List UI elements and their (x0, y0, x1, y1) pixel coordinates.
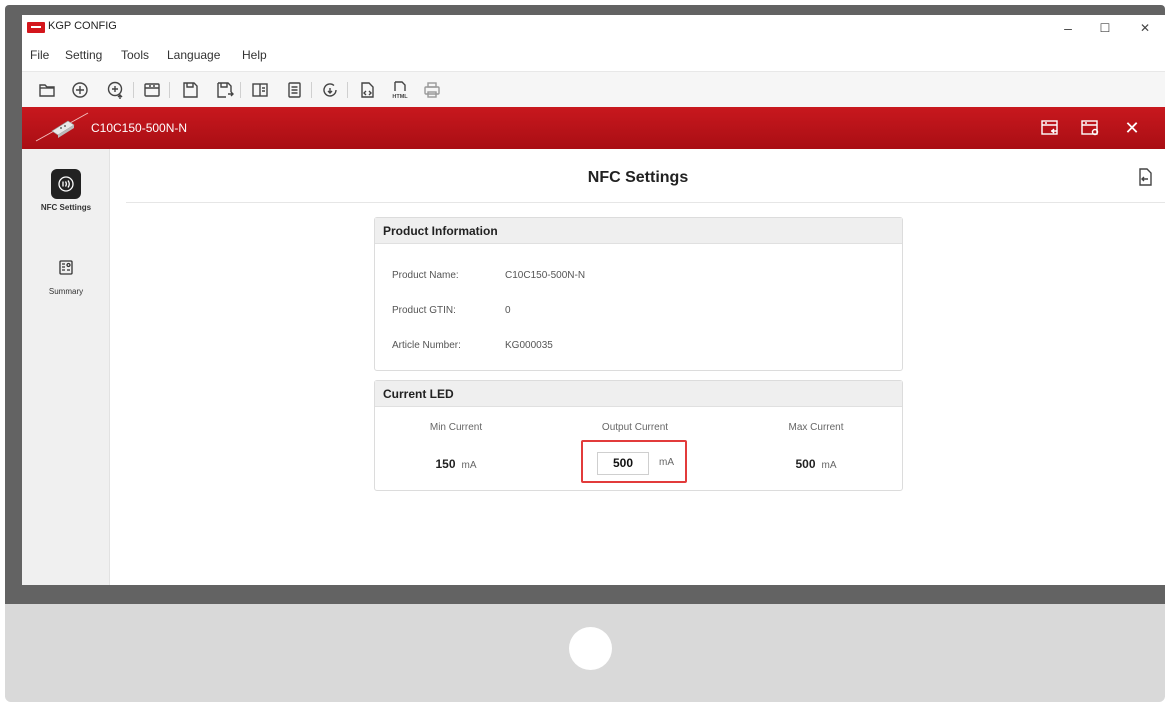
nfc-icon (51, 169, 81, 199)
export-file-icon[interactable] (1135, 167, 1155, 187)
minimize-button[interactable]: – (1055, 17, 1081, 39)
max-current-unit: mA (821, 460, 837, 471)
sidebar-item-label: NFC Settings (40, 203, 92, 212)
product-gtin-value: 0 (505, 305, 511, 316)
sidebar-item-summary[interactable]: Summary (22, 253, 110, 296)
max-current-value: 500 (795, 457, 816, 471)
close-device-button[interactable]: ✕ (1122, 118, 1142, 138)
summary-icon (51, 253, 81, 283)
min-current-display: 150 mA (381, 457, 531, 471)
sidebar-item-nfc-settings[interactable]: NFC Settings (22, 169, 110, 212)
toolbar: HTML (22, 71, 1165, 107)
add-upload-icon[interactable] (106, 80, 126, 100)
device-write-settings-icon[interactable] (1080, 118, 1100, 138)
save-as-icon[interactable] (214, 80, 234, 100)
header-divider (126, 202, 1165, 203)
print-icon[interactable] (422, 80, 442, 100)
code-file-icon[interactable] (357, 80, 377, 100)
device-image (34, 111, 90, 143)
article-number-value: KG000035 (505, 340, 553, 351)
device-read-settings-icon[interactable] (1040, 118, 1060, 138)
app-title: KGP CONFIG (48, 20, 117, 32)
refresh-download-icon[interactable] (320, 80, 340, 100)
output-current-highlight: 500 mA (581, 440, 687, 483)
product-information-card: Product Information Product Name: C10C15… (374, 217, 903, 371)
page-title: NFC Settings (587, 169, 689, 186)
app-window: KGP CONFIG – ☐ ✕ File Setting Tools Lang… (22, 15, 1165, 585)
html-label: HTML (392, 94, 408, 100)
sidebar: NFC Settings Summary (22, 149, 110, 585)
current-led-card: Current LED Min Current 150 mA Output Cur… (374, 380, 903, 491)
maximize-button[interactable]: ☐ (1092, 17, 1118, 39)
close-window-button[interactable]: ✕ (1132, 17, 1158, 39)
toolbar-separator (311, 82, 312, 98)
compare-icon[interactable] (250, 80, 270, 100)
toolbar-separator (169, 82, 170, 98)
menu-language[interactable]: Language (167, 48, 220, 62)
min-current-unit: mA (461, 460, 477, 471)
current-led-heading: Current LED (375, 381, 902, 407)
html-export-icon[interactable]: HTML (390, 80, 410, 100)
product-name-label: Product Name: (392, 270, 459, 281)
output-current-input[interactable]: 500 (597, 452, 649, 475)
toolbar-separator (347, 82, 348, 98)
main-content: NFC Settings Product Information Product… (111, 149, 1165, 585)
menu-setting[interactable]: Setting (65, 48, 102, 62)
min-current-label: Min Current (429, 422, 483, 433)
save-icon[interactable] (180, 80, 200, 100)
output-current-unit: mA (659, 457, 674, 468)
min-current-value: 150 (435, 457, 456, 471)
max-current-display: 500 mA (741, 457, 891, 471)
open-folder-icon[interactable] (37, 80, 57, 100)
menu-bar: File Setting Tools Language Help (22, 45, 1165, 67)
menu-tools[interactable]: Tools (121, 48, 149, 62)
menu-help[interactable]: Help (242, 48, 267, 62)
add-circle-icon[interactable] (70, 80, 90, 100)
output-current-label: Output Current (601, 422, 669, 433)
title-bar: KGP CONFIG – ☐ ✕ (22, 15, 1165, 43)
menu-file[interactable]: File (30, 48, 49, 62)
power-button (569, 627, 612, 670)
product-gtin-label: Product GTIN: (392, 305, 456, 316)
article-number-label: Article Number: (392, 340, 461, 351)
document-icon[interactable] (284, 80, 304, 100)
sidebar-item-label: Summary (48, 287, 84, 296)
app-logo-icon (27, 22, 45, 33)
toolbar-separator (133, 82, 134, 98)
device-name: C10C150-500N-N (91, 121, 188, 135)
toolbar-separator (240, 82, 241, 98)
product-information-heading: Product Information (375, 218, 902, 244)
device-bar: C10C150-500N-N ✕ (22, 107, 1165, 149)
max-current-label: Max Current (788, 422, 844, 433)
product-name-value: C10C150-500N-N (505, 270, 586, 281)
device-read-icon[interactable] (142, 80, 162, 100)
